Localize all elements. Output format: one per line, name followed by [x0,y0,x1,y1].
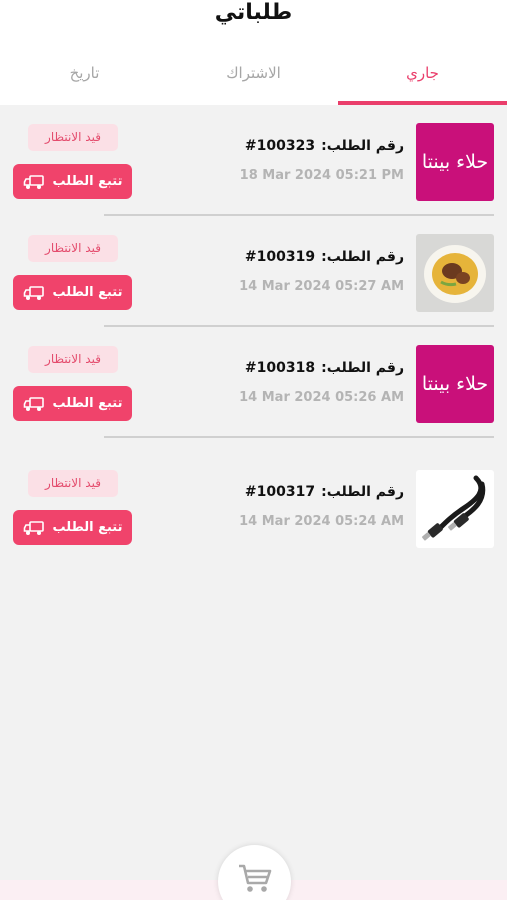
order-number-line: رقم الطلب: #100317 [245,484,404,500]
track-order-button[interactable]: تتبع الطلب [13,386,132,421]
orders-list: حلاء بينتا رقم الطلب: #100323 18 Mar 2024… [0,105,507,563]
brand-logo-text: حلاء بينتا [421,373,489,395]
order-thumbnail: حلاء بينتا [416,345,494,423]
order-number: #100317 [244,484,316,500]
status-badge: قيد الانتظار [28,235,118,262]
order-date: 14 Mar 2024 05:24 AM [239,514,404,529]
order-date: 18 Mar 2024 05:21 PM [239,168,404,183]
order-number-line: رقم الطلب: #100323 [245,138,404,154]
track-order-label: تتبع الطلب [52,396,123,411]
track-order-button[interactable]: تتبع الطلب [13,510,132,545]
delivery-truck-icon [23,174,44,189]
order-number-line: رقم الطلب: #100319 [245,249,404,265]
order-row[interactable]: رقم الطلب: #100319 14 Mar 2024 05:27 AM ق… [0,216,507,327]
track-order-label: تتبع الطلب [52,174,123,189]
order-number-label: رقم الطلب: [321,360,404,376]
status-badge: قيد الانتظار [28,346,118,373]
tab-subscription[interactable]: الاشتراك [169,56,338,105]
order-date: 14 Mar 2024 05:26 AM [239,390,404,405]
cart-button[interactable] [218,845,291,900]
usb-cable-image [422,475,486,541]
order-number: #100323 [244,138,316,154]
delivery-truck-icon [23,285,44,300]
order-thumbnail [416,234,494,312]
brand-logo-text: حلاء بينتا [421,151,489,173]
page-title: طلباتي [214,0,293,25]
order-number: #100319 [244,249,316,265]
delivery-truck-icon [23,396,44,411]
order-date: 14 Mar 2024 05:27 AM [239,279,404,294]
order-number-line: رقم الطلب: #100318 [245,360,404,376]
track-order-button[interactable]: تتبع الطلب [13,164,132,199]
order-number-label: رقم الطلب: [321,249,404,265]
order-row[interactable]: حلاء بينتا رقم الطلب: #100318 14 Mar 2024… [0,327,507,438]
tab-bar: جاري الاشتراك تاريخ [0,56,507,105]
track-order-button[interactable]: تتبع الطلب [13,275,132,310]
track-order-label: تتبع الطلب [52,285,123,300]
order-thumbnail: حلاء بينتا [416,123,494,201]
delivery-truck-icon [23,520,44,535]
tab-history[interactable]: تاريخ [0,56,169,105]
status-badge: قيد الانتظار [28,124,118,151]
app-header: طلباتي جاري الاشتراك تاريخ [0,0,507,105]
tab-current[interactable]: جاري [338,56,507,105]
order-row[interactable]: حلاء بينتا رقم الطلب: #100323 18 Mar 2024… [0,105,507,216]
order-row[interactable]: رقم الطلب: #100317 14 Mar 2024 05:24 AM ق… [0,438,507,563]
order-number-label: رقم الطلب: [321,484,404,500]
order-thumbnail [416,470,494,548]
order-number: #100318 [244,360,316,376]
track-order-label: تتبع الطلب [52,520,123,535]
shopping-cart-icon [238,864,271,892]
food-dish-image [424,245,486,303]
status-badge: قيد الانتظار [28,470,118,497]
order-number-label: رقم الطلب: [321,138,404,154]
